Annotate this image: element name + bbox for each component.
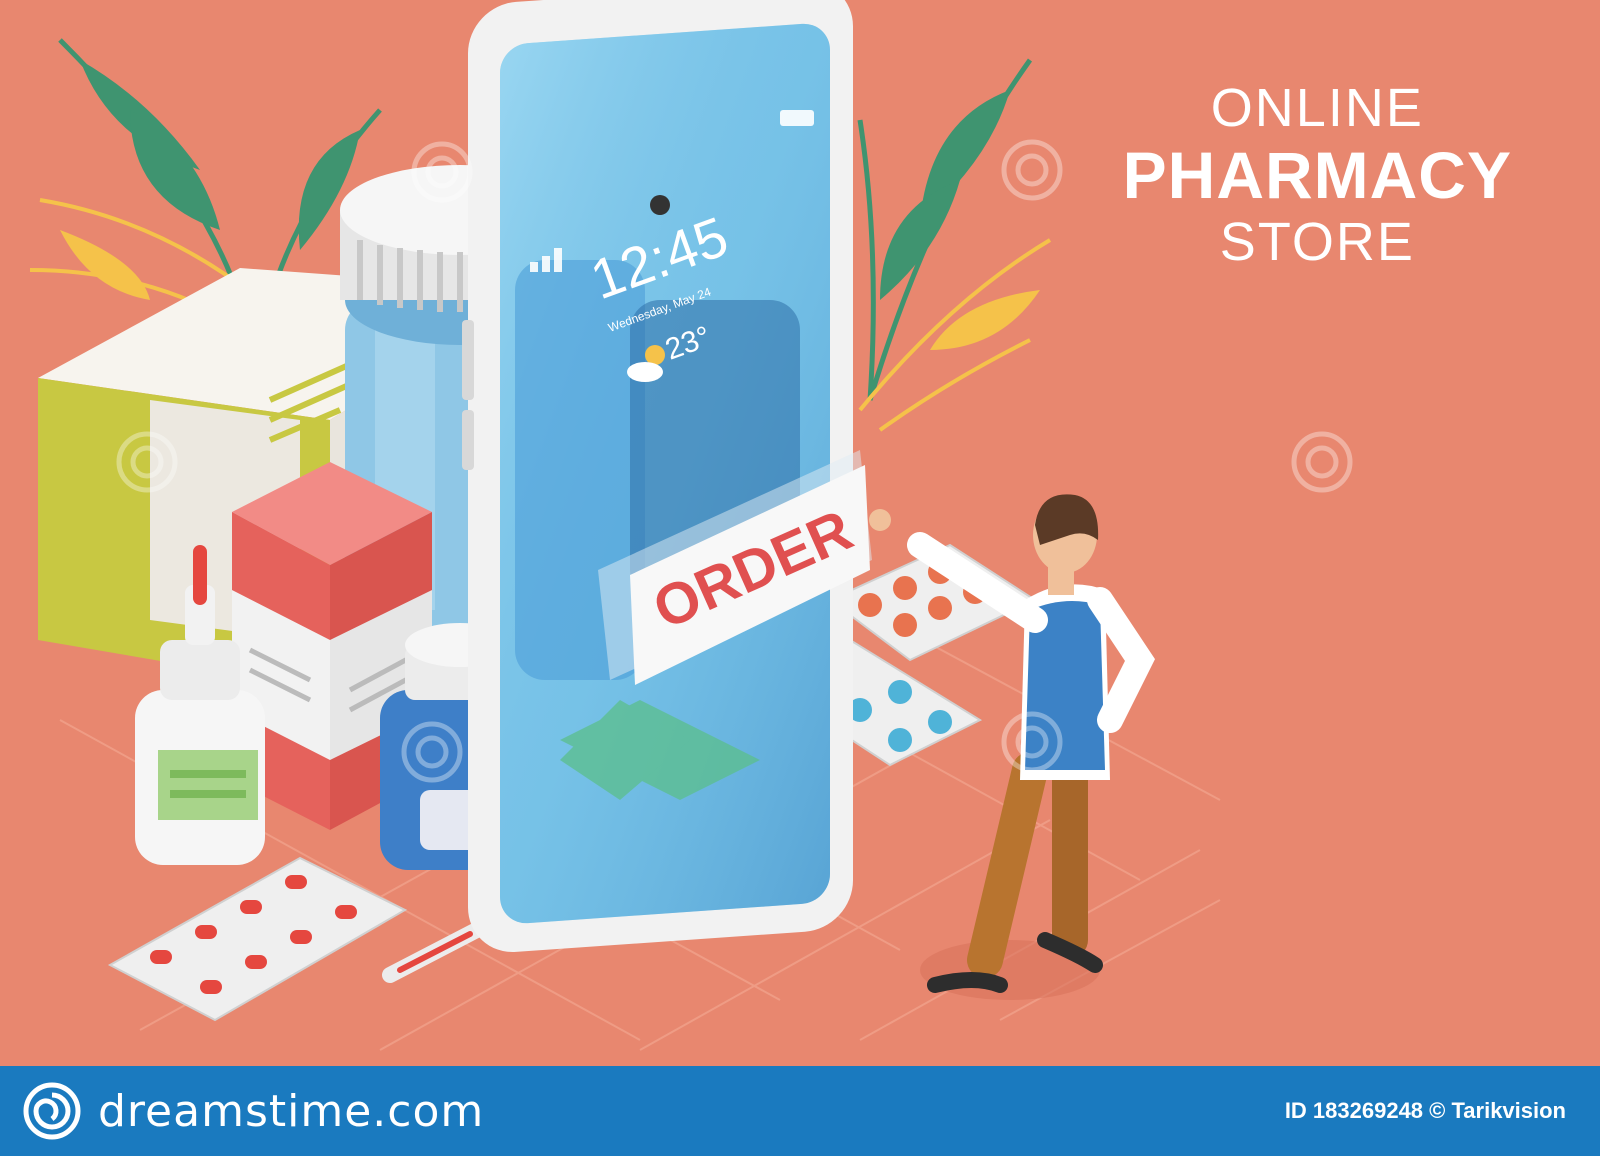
smartphone: 12:45 Wednesday, May 24 23° xyxy=(462,0,853,953)
footer-credit: ID 183269248 © Tarikvision xyxy=(1284,1098,1566,1123)
footer-bar: dreamstime.com ID 183269248 © Tarikvisio… xyxy=(0,1066,1600,1156)
headline-line-2: PHARMACY xyxy=(1122,138,1512,212)
headline: ONLINE PHARMACY STORE xyxy=(1123,78,1512,272)
footer-brand[interactable]: dreamstime.com xyxy=(98,1086,484,1137)
watermark-icon xyxy=(411,141,473,203)
blister-pack-left xyxy=(107,856,408,1022)
watermark-icon xyxy=(1001,711,1063,773)
headline-line-1: ONLINE xyxy=(1210,78,1424,138)
plant-right xyxy=(857,58,1052,432)
headline-line-3: STORE xyxy=(1219,212,1415,272)
watermark-icon xyxy=(1291,431,1353,493)
illustration: 12:45 Wednesday, May 24 23° ORDER ONLINE… xyxy=(0,0,1600,1156)
dreamstime-logo-icon xyxy=(23,1082,81,1140)
watermark-icon xyxy=(1001,139,1063,201)
watermark-icon xyxy=(401,721,463,783)
watermark-icon xyxy=(116,431,178,493)
